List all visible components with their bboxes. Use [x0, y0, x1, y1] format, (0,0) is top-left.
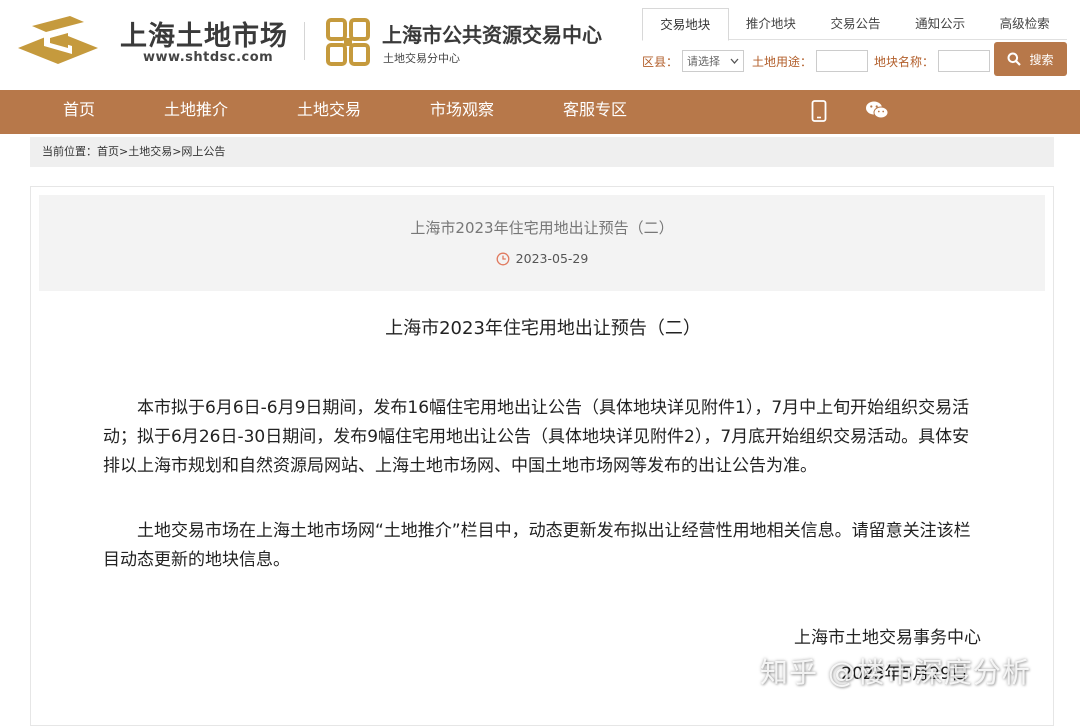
search-icon: [1007, 52, 1022, 66]
zhihu-watermark: 知乎 @楼市深度分析: [760, 656, 1031, 689]
article-box-title: 上海市2023年住宅用地出让预告（二）: [410, 219, 674, 237]
nav-land-trading[interactable]: 土地交易: [297, 90, 361, 130]
article-paragraph-2: 土地交易市场在上海土地市场网“土地推介”栏目中，动态更新发布拟出让经营性用地相关…: [103, 521, 971, 570]
public-resource-center-logo[interactable]: [326, 18, 370, 66]
article-paragraph-1: 本市拟于6月6日-6月9日期间，发布16幅住宅用地出让公告（具体地块详见附件1）…: [103, 398, 970, 476]
site-name: 上海土地市场: [120, 21, 288, 52]
article-card: 上海市2023年住宅用地出让预告（二） 2023-05-29 上海市2023年住…: [30, 186, 1054, 726]
district-label: 区县：: [642, 54, 679, 69]
chevron-down-icon: [730, 58, 739, 64]
nav-customer-service[interactable]: 客服专区: [563, 90, 627, 130]
search-button-label: 搜索: [1029, 52, 1054, 67]
site-url: www.shtdsc.com: [143, 50, 274, 65]
tab-promoted-plots[interactable]: 推介地块: [729, 8, 814, 39]
site-header: 上海土地市场 www.shtdsc.com 上海市公共资源交易中心 土地交易分中…: [0, 0, 1080, 90]
nav-home[interactable]: 首页: [63, 90, 95, 130]
center-subtitle: 土地交易分中心: [383, 52, 460, 65]
search-tabs: 交易地块 推介地块 交易公告 通知公示 高级检索: [642, 8, 1067, 41]
nav-land-promotion[interactable]: 土地推介: [164, 90, 228, 130]
clock-icon: [496, 252, 510, 266]
search-button[interactable]: 搜索: [994, 42, 1067, 76]
shanghai-land-market-logo[interactable]: [14, 14, 102, 70]
article-title-box: 上海市2023年住宅用地出让预告（二） 2023-05-29: [39, 195, 1045, 291]
tab-trading-plots[interactable]: 交易地块: [642, 8, 729, 41]
mobile-phone-icon[interactable]: [811, 100, 827, 122]
tab-notifications[interactable]: 通知公示: [898, 8, 983, 39]
article-heading: 上海市2023年住宅用地出让预告（二）: [385, 318, 701, 339]
district-select-value: 请选择: [687, 55, 721, 68]
search-bar: 区县： 请选择 土地用途： 地块名称：: [642, 46, 996, 76]
usage-label: 土地用途：: [752, 54, 813, 69]
center-name: 上海市公共资源交易中心: [382, 23, 602, 47]
breadcrumb: 当前位置：首页>土地交易>网上公告: [30, 137, 1054, 167]
main-nav: 首页 土地推介 土地交易 市场观察 客服专区: [0, 90, 1080, 134]
tab-advanced-search[interactable]: 高级检索: [982, 8, 1067, 39]
plot-name-label: 地块名称：: [874, 54, 935, 69]
district-select[interactable]: 请选择: [682, 50, 745, 72]
article-date-row: 2023-05-29: [39, 251, 1045, 266]
nav-market-watch[interactable]: 市场观察: [430, 90, 494, 130]
wechat-icon[interactable]: [865, 100, 889, 120]
article-date: 2023-05-29: [515, 251, 589, 266]
plot-name-input[interactable]: [938, 50, 991, 72]
usage-input[interactable]: [816, 50, 869, 72]
tab-trading-notices[interactable]: 交易公告: [813, 8, 898, 39]
header-divider: [304, 22, 305, 60]
article-signature: 上海市土地交易事务中心: [794, 628, 981, 648]
